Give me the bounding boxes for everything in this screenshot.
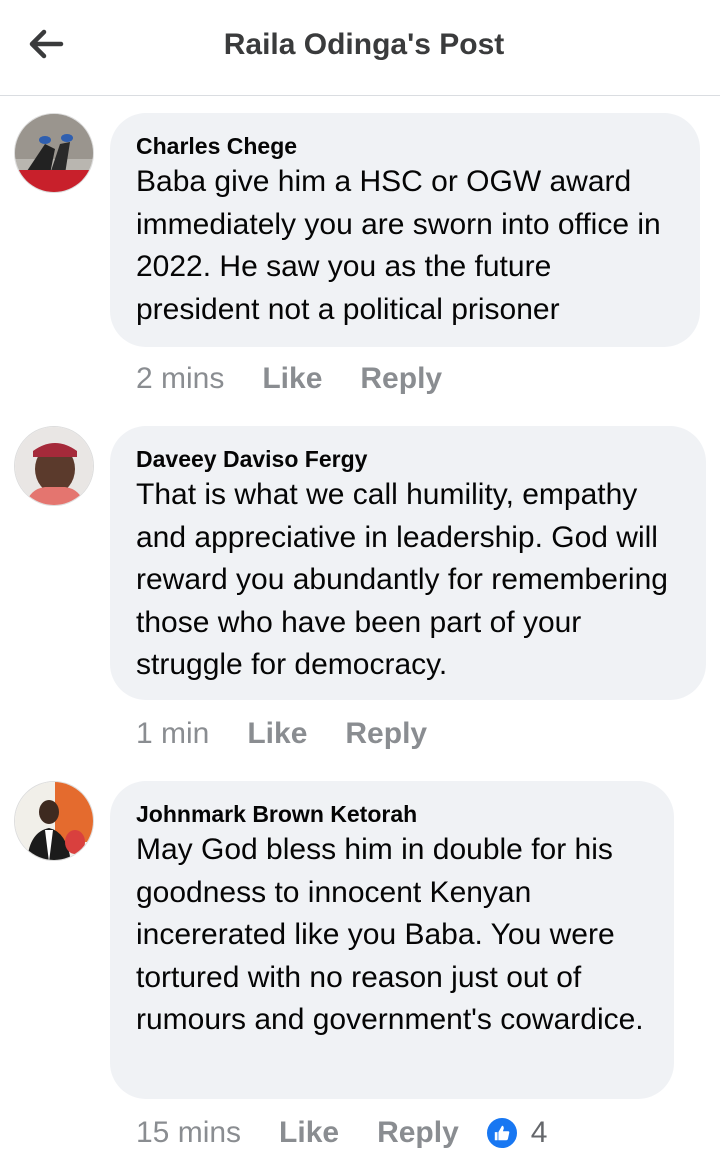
comment-timestamp[interactable]: 2 mins <box>136 362 224 396</box>
avatar-photo <box>15 427 93 505</box>
comment-actions: 2 mins Like Reply <box>136 362 442 396</box>
like-button[interactable]: Like <box>247 717 307 751</box>
comment-author[interactable]: Daveey Daviso Fergy <box>136 444 680 474</box>
avatar[interactable] <box>14 781 94 861</box>
avatar-photo <box>15 782 93 860</box>
reply-button[interactable]: Reply <box>360 362 442 396</box>
reaction-summary[interactable]: 4 <box>484 1116 548 1150</box>
thumbs-up-icon <box>484 1116 519 1150</box>
comment-author[interactable]: Charles Chege <box>136 131 674 161</box>
page-title: Raila Odinga's Post <box>223 28 505 61</box>
comment-actions: 15 mins Like Reply 4 <box>136 1116 547 1150</box>
like-button[interactable]: Like <box>279 1116 339 1150</box>
avatar-photo <box>15 114 93 192</box>
comment-bubble: Charles Chege Baba give him a HSC or OGW… <box>110 113 700 347</box>
avatar[interactable] <box>14 113 94 193</box>
comment-timestamp[interactable]: 15 mins <box>136 1116 241 1150</box>
like-button[interactable]: Like <box>262 362 322 396</box>
top-bar: Raila Odinga's Post <box>0 0 720 96</box>
reaction-count: 4 <box>530 1116 548 1149</box>
avatar[interactable] <box>14 426 94 506</box>
comment-timestamp[interactable]: 1 min <box>136 717 209 751</box>
comment-author[interactable]: Johnmark Brown Ketorah <box>136 799 648 829</box>
comment-text: Baba give him a HSC or OGW award immedia… <box>136 165 661 326</box>
comment-bubble: Daveey Daviso Fergy That is what we call… <box>110 426 706 700</box>
comment-text: That is what we call humility, empathy a… <box>136 478 668 681</box>
reply-button[interactable]: Reply <box>345 717 427 751</box>
comment-actions: 1 min Like Reply <box>136 717 427 751</box>
reply-button[interactable]: Reply <box>377 1116 459 1150</box>
comment-bubble: Johnmark Brown Ketorah May God bless him… <box>110 781 674 1099</box>
comment-text: May God bless him in double for his good… <box>136 833 644 1036</box>
